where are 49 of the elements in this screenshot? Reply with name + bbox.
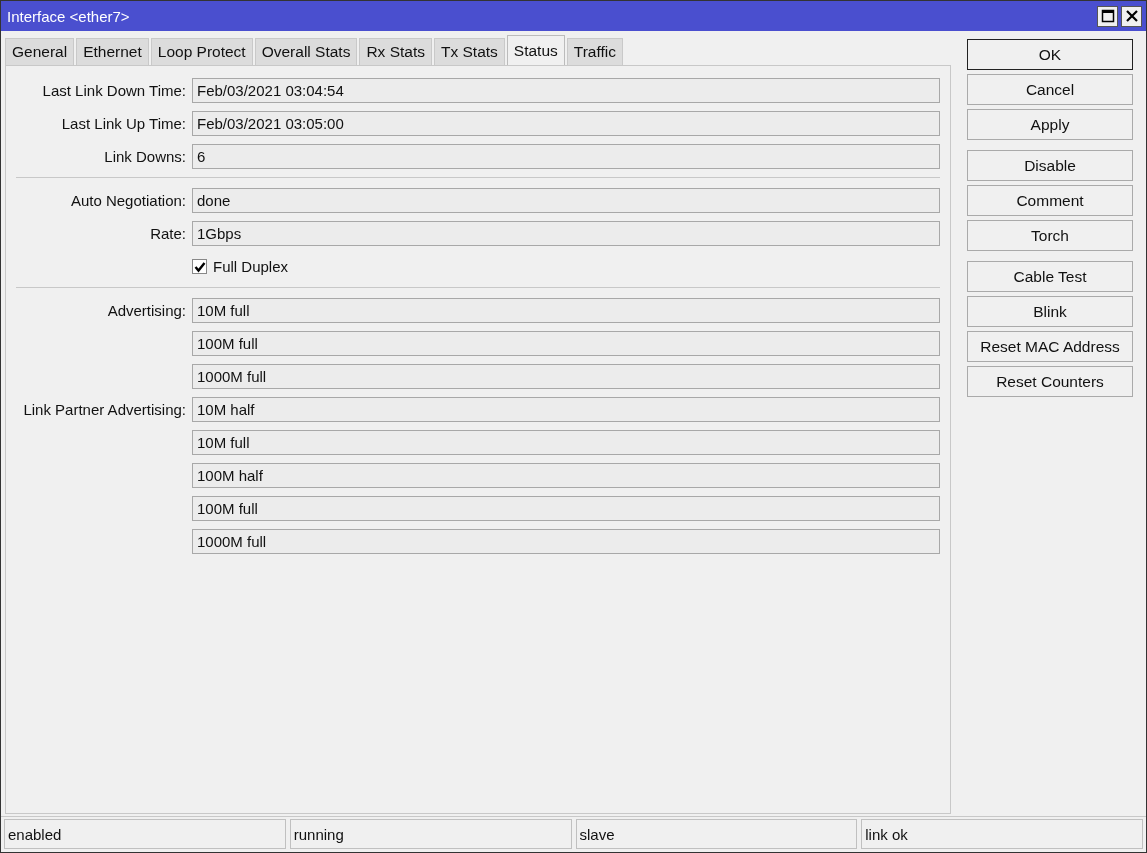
close-icon <box>1124 9 1139 23</box>
tab[interactable]: Loop Protect <box>150 38 253 65</box>
readonly-field[interactable]: 100M full <box>192 496 940 521</box>
tab[interactable]: Overall Stats <box>254 38 358 65</box>
dialog-button[interactable]: Cancel <box>967 74 1133 105</box>
readonly-field[interactable]: Feb/03/2021 03:05:00 <box>192 111 940 136</box>
dialog-button[interactable]: Torch <box>967 220 1133 251</box>
readonly-field[interactable]: done <box>192 188 940 213</box>
field-label: Advertising: <box>107 302 186 319</box>
field-label: Link Partner Advertising: <box>23 401 186 418</box>
readonly-field[interactable]: Feb/03/2021 03:04:54 <box>192 78 940 103</box>
readonly-field[interactable]: 10M full <box>192 298 940 323</box>
readonly-field[interactable]: 10M half <box>192 397 940 422</box>
status-cell: running <box>289 819 572 849</box>
tab[interactable]: Status <box>506 35 565 65</box>
tab[interactable]: General <box>5 38 75 65</box>
readonly-field[interactable]: 1Gbps <box>192 221 940 246</box>
tab[interactable]: Traffic <box>566 38 623 65</box>
tab[interactable]: Ethernet <box>76 38 149 65</box>
readonly-field[interactable]: 10M full <box>192 430 940 455</box>
maximize-button[interactable] <box>1097 5 1118 27</box>
dialog-button[interactable]: OK <box>967 39 1133 70</box>
readonly-field[interactable]: 1000M full <box>192 364 940 389</box>
field-label: Rate: <box>150 225 186 242</box>
readonly-field[interactable]: 1000M full <box>192 529 940 554</box>
dialog-button[interactable]: Disable <box>967 150 1133 181</box>
checkbox[interactable] <box>192 259 207 274</box>
field-label: Link Downs: <box>104 148 186 165</box>
tab[interactable]: Tx Stats <box>434 38 505 65</box>
readonly-field[interactable]: 100M half <box>192 463 940 488</box>
status-cell: slave <box>575 819 858 849</box>
dialog-button[interactable]: Reset Counters <box>967 366 1133 397</box>
field-label: Last Link Down Time: <box>42 82 186 99</box>
close-button[interactable] <box>1121 5 1142 27</box>
dialog-button[interactable]: Apply <box>967 109 1133 140</box>
readonly-field[interactable]: 6 <box>192 144 940 169</box>
field-label: Auto Negotiation: <box>70 192 186 209</box>
checkbox-label: Full Duplex <box>213 258 289 275</box>
field-label: Last Link Up Time: <box>61 115 186 132</box>
dialog-button[interactable]: Reset MAC Address <box>967 331 1133 362</box>
dialog-button[interactable]: Comment <box>967 185 1133 216</box>
readonly-field[interactable]: 100M full <box>192 331 940 356</box>
maximize-icon <box>1100 9 1115 23</box>
status-cell: link ok <box>861 819 1143 849</box>
dialog-button[interactable]: Blink <box>967 296 1133 327</box>
tab[interactable]: Rx Stats <box>359 38 432 65</box>
window-title: Interface <ether7> <box>7 7 130 25</box>
status-cell: enabled <box>4 819 286 849</box>
dialog-button[interactable]: Cable Test <box>967 261 1133 292</box>
